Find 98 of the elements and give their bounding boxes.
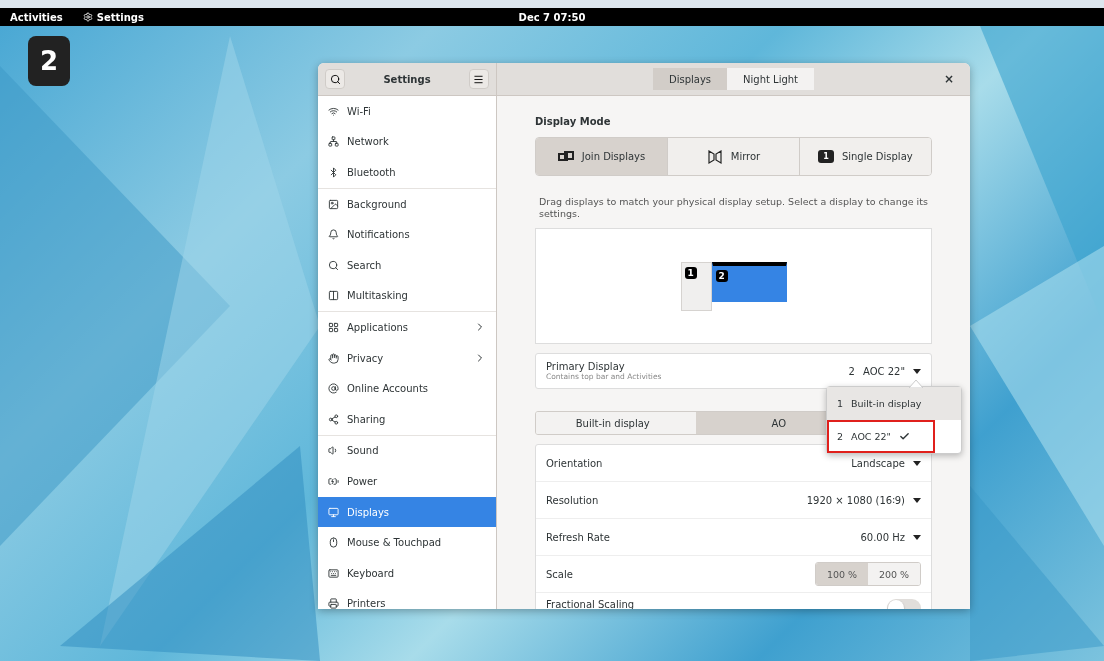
- setting-label: Resolution: [546, 494, 600, 506]
- sidebar-item[interactable]: Multitasking: [318, 280, 496, 312]
- sidebar-item-label: Network: [347, 136, 390, 148]
- sidebar-item[interactable]: Privacy: [318, 342, 496, 374]
- dropdown-value: AOC 22": [862, 365, 905, 377]
- sidebar-item-label: Printers: [347, 598, 387, 609]
- check-icon: [898, 431, 910, 442]
- scale-option[interactable]: 100 %: [816, 563, 868, 585]
- sidebar-item[interactable]: Keyboard: [318, 557, 496, 589]
- sidebar-item[interactable]: Printers: [318, 588, 496, 609]
- sidebar-item-label: Sharing: [347, 413, 387, 425]
- sidebar-item[interactable]: Sharing: [318, 403, 496, 435]
- sidebar-item[interactable]: Network: [318, 126, 496, 158]
- dropdown-value[interactable]: Landscape: [851, 457, 905, 469]
- workspace-number: 2: [28, 36, 70, 86]
- sidebar-item-icon: [328, 475, 339, 487]
- sidebar-item[interactable]: Bluetooth: [318, 157, 496, 188]
- sidebar-item-label: Keyboard: [347, 567, 395, 579]
- display-mode-button[interactable]: Join Displays: [536, 138, 668, 175]
- sidebar-item-icon: [328, 445, 339, 457]
- sidebar-item-label: Sound: [347, 445, 380, 457]
- sidebar-item-icon: [328, 229, 339, 241]
- clock[interactable]: Dec 7 07:50: [518, 11, 586, 23]
- search-icon: [329, 73, 341, 85]
- header-tab[interactable]: Night Light: [727, 68, 815, 90]
- display-mode-button[interactable]: Mirror: [668, 138, 800, 175]
- sidebar-item-icon: [328, 506, 339, 518]
- two-monitors-icon: [557, 150, 574, 163]
- sidebar-item-label: Online Accounts: [347, 383, 430, 395]
- sidebar-item-label: Applications: [347, 321, 410, 333]
- setting-label: Orientation: [546, 457, 604, 469]
- sidebar-item-icon: [328, 598, 339, 609]
- menu-icon: [473, 73, 485, 85]
- sidebar-item-label: Multitasking: [347, 290, 409, 302]
- popover-item[interactable]: 1 Built-in display: [827, 387, 961, 420]
- sidebar-item-icon: [328, 105, 339, 117]
- sidebar-item-icon: [328, 413, 339, 425]
- row-title: Primary Display: [546, 361, 626, 372]
- sidebar-item-label: Mouse & Touchpad: [347, 537, 443, 549]
- sidebar-item[interactable]: Wi-Fi: [318, 96, 496, 127]
- menu-button[interactable]: [469, 69, 489, 89]
- sidebar-item-icon: [328, 352, 339, 364]
- sidebar-item-label: Bluetooth: [347, 167, 397, 178]
- sidebar-item[interactable]: Mouse & Touchpad: [318, 527, 496, 558]
- caret-icon: [913, 534, 921, 540]
- sidebar-item[interactable]: Search: [318, 249, 496, 281]
- dropdown-value[interactable]: 60.00 Hz: [860, 531, 905, 543]
- sidebar-item-icon: [328, 290, 339, 302]
- sidebar-item-icon: [328, 383, 339, 395]
- single-monitor-icon: 1: [818, 150, 834, 163]
- sidebar-item[interactable]: Notifications: [318, 219, 496, 250]
- close-button[interactable]: ×: [937, 71, 960, 87]
- caret-icon: [913, 497, 921, 503]
- sidebar-item[interactable]: Sound: [318, 435, 496, 467]
- gear-icon: [82, 12, 93, 22]
- section-heading: Display Mode: [535, 116, 612, 129]
- sidebar-item-icon: [328, 198, 339, 210]
- setting-label: Scale: [546, 568, 574, 580]
- sidebar-item-label: Power: [347, 475, 379, 487]
- caret-icon: [913, 368, 921, 374]
- sidebar-item-icon: [328, 567, 339, 579]
- sidebar-item[interactable]: Displays: [318, 496, 496, 528]
- setting-label: Refresh Rate: [546, 531, 611, 543]
- monitor-rectangle[interactable]: 2: [711, 262, 787, 302]
- sidebar-item[interactable]: Online Accounts: [318, 373, 496, 404]
- monitor-rectangle[interactable]: 1: [680, 262, 712, 311]
- caret-icon: [913, 460, 921, 466]
- display-name: Built-in display: [851, 398, 922, 409]
- app-menu[interactable]: Settings: [82, 11, 144, 23]
- sidebar-item[interactable]: Applications: [318, 312, 496, 343]
- display-name: AOC 22": [851, 431, 891, 442]
- header-tab[interactable]: Displays: [652, 68, 728, 90]
- window-title: Settings: [383, 73, 431, 85]
- display-number: 2: [848, 365, 855, 377]
- search-button[interactable]: [325, 69, 345, 89]
- monitor-number: 1: [684, 267, 697, 279]
- scale-option[interactable]: 200 %: [868, 563, 920, 585]
- dropdown-value[interactable]: 1920 × 1080 (16∶9): [806, 494, 905, 506]
- sidebar-item-icon: [328, 167, 339, 178]
- description-text: Drag displays to match your physical display setup. Select a display to change its settings.: [538, 196, 929, 220]
- sidebar-item-icon: [328, 136, 339, 148]
- sidebar-item-icon: [328, 537, 339, 549]
- sidebar-item-icon: [328, 321, 339, 333]
- sidebar-item-label: Search: [347, 259, 383, 271]
- sidebar-item-label: Notifications: [347, 229, 411, 241]
- sidebar-item-label: Displays: [347, 506, 391, 518]
- sidebar-item-label: Wi-Fi: [347, 105, 372, 117]
- sidebar-item[interactable]: Background: [318, 188, 496, 220]
- sidebar-item-icon: [328, 259, 339, 271]
- mirror-icon: [706, 148, 723, 165]
- display-mode-button[interactable]: 1 Single Display: [800, 138, 931, 175]
- monitor-number: 2: [715, 270, 728, 282]
- display-number: 1: [837, 398, 844, 409]
- sidebar-item[interactable]: Power: [318, 466, 496, 497]
- sidebar-item-label: Background: [347, 198, 408, 210]
- display-number: 2: [837, 431, 844, 442]
- sidebar-item-label: Privacy: [347, 352, 385, 364]
- activities-button[interactable]: Activities: [10, 11, 63, 23]
